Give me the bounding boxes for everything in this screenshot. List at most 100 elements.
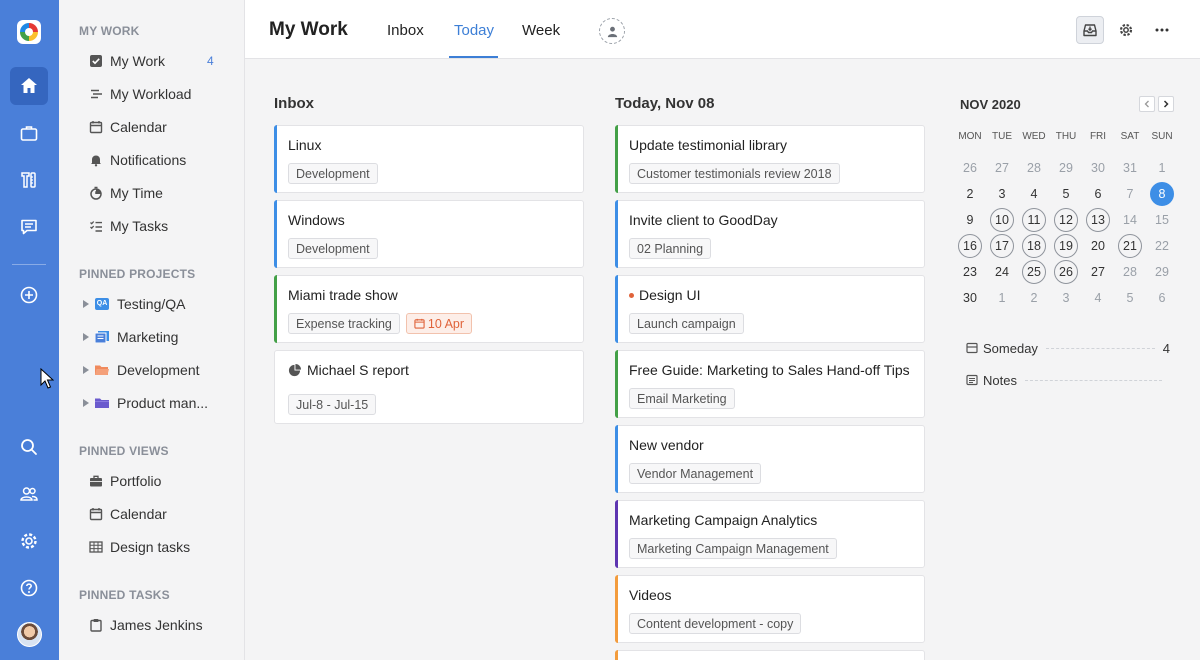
task-card[interactable]: Update testimonial library Customer test… — [615, 125, 925, 193]
sidebar-view-calendar[interactable]: Calendar — [89, 502, 167, 526]
project-tag[interactable]: Launch campaign — [629, 313, 744, 334]
calendar-day[interactable]: 11 — [1022, 208, 1046, 232]
calendar-day[interactable]: 24 — [990, 260, 1014, 284]
home-button[interactable] — [10, 67, 48, 105]
task-card[interactable]: Design UI Launch campaign — [615, 275, 925, 343]
task-card[interactable]: Linux Development — [274, 125, 584, 193]
calendar-day[interactable]: 22 — [1150, 234, 1174, 258]
calendar-prev-button[interactable] — [1139, 96, 1155, 112]
task-card[interactable]: Michael S report Jul-8 - Jul-15 — [274, 350, 584, 424]
task-card[interactable]: Invite client to GoodDay 02 Planning — [615, 200, 925, 268]
expand-arrow-icon[interactable] — [83, 300, 89, 308]
project-tag[interactable]: Email Marketing — [629, 388, 735, 409]
sidebar-project-development[interactable]: Development — [83, 358, 200, 382]
calendar-day[interactable]: 30 — [1086, 156, 1110, 180]
task-card[interactable]: Free Guide: Marketing to Sales Hand-off … — [615, 350, 925, 418]
calendar-day[interactable]: 27 — [990, 156, 1014, 180]
calendar-day[interactable]: 26 — [958, 156, 982, 180]
user-filter-button[interactable] — [599, 18, 625, 44]
tab-week[interactable]: Week — [522, 22, 560, 39]
calendar-day[interactable]: 3 — [1054, 286, 1078, 310]
projects-button[interactable] — [10, 114, 48, 152]
sidebar-item-my-tasks[interactable]: My Tasks — [89, 214, 168, 238]
project-tag[interactable]: Development — [288, 163, 378, 184]
app-logo[interactable] — [17, 20, 41, 44]
task-card[interactable]: Videos Content development - copy — [615, 575, 925, 643]
project-tag[interactable]: Customer testimonials review 2018 — [629, 163, 840, 184]
task-card[interactable]: Windows Development — [274, 200, 584, 268]
sidebar-project-product-management[interactable]: Product man... — [83, 391, 208, 415]
tab-inbox[interactable]: Inbox — [387, 22, 424, 39]
sidebar-item-my-workload[interactable]: My Workload — [89, 82, 191, 106]
search-button[interactable] — [10, 428, 48, 466]
tab-today[interactable]: Today — [454, 22, 494, 39]
calendar-day[interactable]: 3 — [990, 182, 1014, 206]
calendar-day[interactable]: 10 — [990, 208, 1014, 232]
calendar-day[interactable]: 4 — [1022, 182, 1046, 206]
calendar-day[interactable]: 29 — [1150, 260, 1174, 284]
calendar-day[interactable]: 7 — [1118, 182, 1142, 206]
calendar-day[interactable]: 17 — [990, 234, 1014, 258]
chat-button[interactable] — [10, 208, 48, 246]
tools-button[interactable] — [10, 161, 48, 199]
calendar-day[interactable]: 9 — [958, 208, 982, 232]
calendar-day[interactable]: 8 — [1150, 182, 1174, 206]
project-tag[interactable]: Content development - copy — [629, 613, 802, 634]
notes-row[interactable]: Notes — [966, 371, 1170, 389]
sidebar-view-design-tasks[interactable]: Design tasks — [89, 535, 190, 559]
due-date-badge[interactable]: 10 Apr — [405, 313, 473, 334]
project-tag[interactable]: Expense tracking — [288, 313, 400, 334]
settings-button[interactable] — [1112, 16, 1140, 44]
task-card[interactable]: Marketing Campaign Analytics Marketing C… — [615, 500, 925, 568]
task-card[interactable] — [615, 650, 925, 660]
calendar-next-button[interactable] — [1158, 96, 1174, 112]
sidebar-project-testing-qa[interactable]: QA Testing/QA — [83, 292, 185, 316]
help-button[interactable] — [10, 569, 48, 607]
sidebar-project-marketing[interactable]: Marketing — [83, 325, 178, 349]
task-card[interactable]: New vendor Vendor Management — [615, 425, 925, 493]
calendar-day[interactable]: 25 — [1022, 260, 1046, 284]
calendar-day[interactable]: 13 — [1086, 208, 1110, 232]
inbox-tray-button[interactable] — [1076, 16, 1104, 44]
calendar-day[interactable]: 14 — [1118, 208, 1142, 232]
calendar-day[interactable]: 29 — [1054, 156, 1078, 180]
project-tag[interactable]: 02 Planning — [629, 238, 712, 259]
settings-button[interactable] — [10, 522, 48, 560]
project-tag[interactable]: Marketing Campaign Management — [629, 538, 837, 559]
calendar-day[interactable]: 23 — [958, 260, 982, 284]
sidebar-task-james-jenkins[interactable]: James Jenkins — [89, 613, 203, 637]
more-options-button[interactable] — [1148, 16, 1176, 44]
calendar-day[interactable]: 15 — [1150, 208, 1174, 232]
task-card[interactable]: Miami trade show Expense tracking 10 Apr — [274, 275, 584, 343]
calendar-day[interactable]: 21 — [1118, 234, 1142, 258]
sidebar-item-my-work[interactable]: My Work — [89, 49, 165, 73]
expand-arrow-icon[interactable] — [83, 366, 89, 374]
calendar-day[interactable]: 5 — [1054, 182, 1078, 206]
add-button[interactable] — [10, 276, 48, 314]
users-button[interactable] — [10, 475, 48, 513]
sidebar-item-notifications[interactable]: Notifications — [89, 148, 186, 172]
calendar-day[interactable]: 28 — [1118, 260, 1142, 284]
calendar-day[interactable]: 2 — [1022, 286, 1046, 310]
calendar-day[interactable]: 5 — [1118, 286, 1142, 310]
sidebar-view-portfolio[interactable]: Portfolio — [89, 469, 161, 493]
calendar-day[interactable]: 16 — [958, 234, 982, 258]
calendar-day[interactable]: 28 — [1022, 156, 1046, 180]
calendar-day[interactable]: 18 — [1022, 234, 1046, 258]
calendar-day[interactable]: 20 — [1086, 234, 1110, 258]
someday-row[interactable]: Someday 4 — [966, 339, 1170, 357]
calendar-day[interactable]: 4 — [1086, 286, 1110, 310]
expand-arrow-icon[interactable] — [83, 333, 89, 341]
date-range-tag[interactable]: Jul-8 - Jul-15 — [288, 394, 377, 415]
project-tag[interactable]: Vendor Management — [629, 463, 762, 484]
calendar-day[interactable]: 26 — [1054, 260, 1078, 284]
calendar-day[interactable]: 1 — [990, 286, 1014, 310]
calendar-day[interactable]: 6 — [1086, 182, 1110, 206]
calendar-day[interactable]: 30 — [958, 286, 982, 310]
calendar-day[interactable]: 31 — [1118, 156, 1142, 180]
calendar-day[interactable]: 1 — [1150, 156, 1174, 180]
sidebar-item-my-time[interactable]: My Time — [89, 181, 163, 205]
calendar-day[interactable]: 12 — [1054, 208, 1078, 232]
calendar-day[interactable]: 2 — [958, 182, 982, 206]
calendar-day[interactable]: 27 — [1086, 260, 1110, 284]
